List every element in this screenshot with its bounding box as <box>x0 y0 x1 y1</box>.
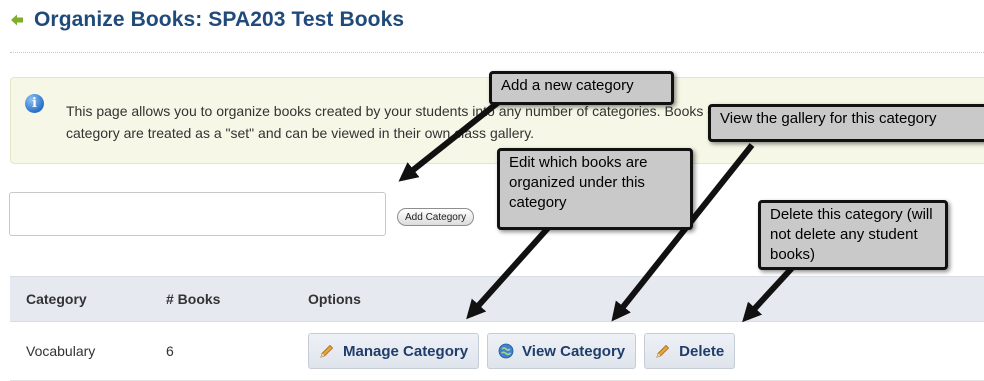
manage-category-button[interactable]: Manage Category <box>308 333 480 369</box>
callout-edit-books: Edit which books are organized under thi… <box>497 148 693 230</box>
info-text-line2: category are treated as a "set" and can … <box>66 125 535 141</box>
column-header-category: Category <box>10 276 166 322</box>
callout-add-text: Add a new category <box>501 77 634 94</box>
callout-edit-text: Edit which books are organized under thi… <box>509 154 648 211</box>
title-divider <box>10 52 984 53</box>
globe-icon <box>498 343 514 359</box>
table-header-row: Category # Books Options <box>10 276 984 322</box>
pencil-icon <box>319 343 335 359</box>
callout-delete-category: Delete this category (will not delete an… <box>758 200 948 270</box>
pencil-icon <box>655 343 671 359</box>
book-count-cell: 6 <box>166 321 308 381</box>
callout-add-category: Add a new category <box>489 71 674 105</box>
callout-delete-text: Delete this category (will not delete an… <box>770 206 933 263</box>
view-category-button[interactable]: View Category <box>487 333 637 369</box>
back-arrow-icon[interactable] <box>10 13 24 27</box>
category-name-cell: Vocabulary <box>10 321 166 381</box>
options-cell: Manage Category View Category Delete <box>308 321 984 381</box>
category-table: Category # Books Options Vocabulary 6 Ma… <box>10 276 984 381</box>
row-options: Manage Category View Category Delete <box>308 333 984 369</box>
add-category-button[interactable]: Add Category <box>397 208 475 226</box>
category-name-input[interactable] <box>9 192 386 236</box>
info-text-line1: This page allows you to organize books c… <box>66 103 821 119</box>
title-row: Organize Books: SPA203 Test Books <box>10 6 404 34</box>
page-title: Organize Books: SPA203 Test Books <box>34 8 405 31</box>
callout-view-gallery: View the gallery for this category <box>708 104 984 142</box>
view-category-label: View Category <box>522 342 626 360</box>
delete-category-button[interactable]: Delete <box>644 333 736 369</box>
manage-category-label: Manage Category <box>343 342 469 360</box>
column-header-books: # Books <box>166 276 308 322</box>
table-row: Vocabulary 6 Manage Category View Catego… <box>10 321 984 381</box>
info-icon: i <box>25 94 44 113</box>
callout-view-text: View the gallery for this category <box>720 110 937 127</box>
delete-label: Delete <box>679 342 725 360</box>
column-header-options: Options <box>308 276 984 322</box>
